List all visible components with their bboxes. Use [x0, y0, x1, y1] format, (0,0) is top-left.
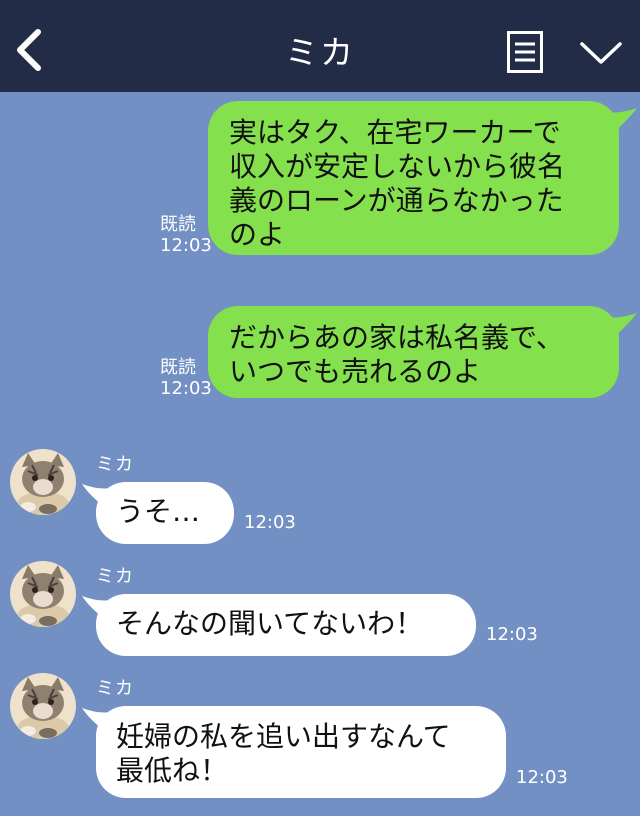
- message-meta: 既読 12:03: [160, 357, 212, 399]
- read-receipt: 既読: [160, 214, 196, 235]
- sent-message-bubble[interactable]: 実はタク、在宅ワーカーで 収入が安定しないから彼名 義のローンが通らなかった の…: [208, 101, 619, 255]
- message-text: うそ…: [116, 495, 201, 528]
- received-message-bubble[interactable]: うそ…: [96, 482, 234, 544]
- avatar[interactable]: [10, 673, 76, 739]
- avatar[interactable]: [10, 449, 76, 515]
- avatar[interactable]: [10, 561, 76, 627]
- notes-button[interactable]: [507, 31, 543, 73]
- received-message-bubble[interactable]: そんなの聞いてないわ！: [96, 594, 476, 656]
- cat-avatar-icon: [10, 673, 76, 739]
- chevron-down-icon: [580, 42, 622, 64]
- sender-name: ミカ: [96, 566, 134, 587]
- message-time: 12:03: [244, 512, 296, 533]
- message-meta: 既読 12:03: [160, 214, 212, 256]
- sender-name: ミカ: [96, 454, 134, 475]
- message-time: 12:03: [516, 767, 568, 788]
- message-text: 実はタク、在宅ワーカーで 収入が安定しないから彼名 義のローンが通らなかった の…: [229, 116, 566, 251]
- message-text: 妊婦の私を追い出すなんて 最低ね！: [116, 720, 451, 787]
- received-message-bubble[interactable]: 妊婦の私を追い出すなんて 最低ね！: [96, 706, 506, 798]
- chat-header: ミカ: [0, 0, 640, 92]
- sender-name: ミカ: [96, 678, 134, 699]
- menu-button[interactable]: [579, 38, 623, 68]
- cat-avatar-icon: [10, 449, 76, 515]
- bubble-tail: [606, 108, 637, 134]
- message-time: 12:03: [160, 378, 212, 399]
- message-text: だからあの家は私名義で、 いつでも売れるのよ: [229, 321, 564, 388]
- sent-message-bubble[interactable]: だからあの家は私名義で、 いつでも売れるのよ: [208, 306, 619, 398]
- notes-icon: [507, 31, 543, 73]
- chat-title: ミカ: [285, 33, 355, 72]
- message-time: 12:03: [160, 235, 212, 256]
- bubble-tail: [606, 313, 637, 339]
- message-text: そんなの聞いてないわ！: [116, 607, 424, 640]
- cat-avatar-icon: [10, 561, 76, 627]
- read-receipt: 既読: [160, 357, 196, 378]
- message-time: 12:03: [486, 624, 538, 645]
